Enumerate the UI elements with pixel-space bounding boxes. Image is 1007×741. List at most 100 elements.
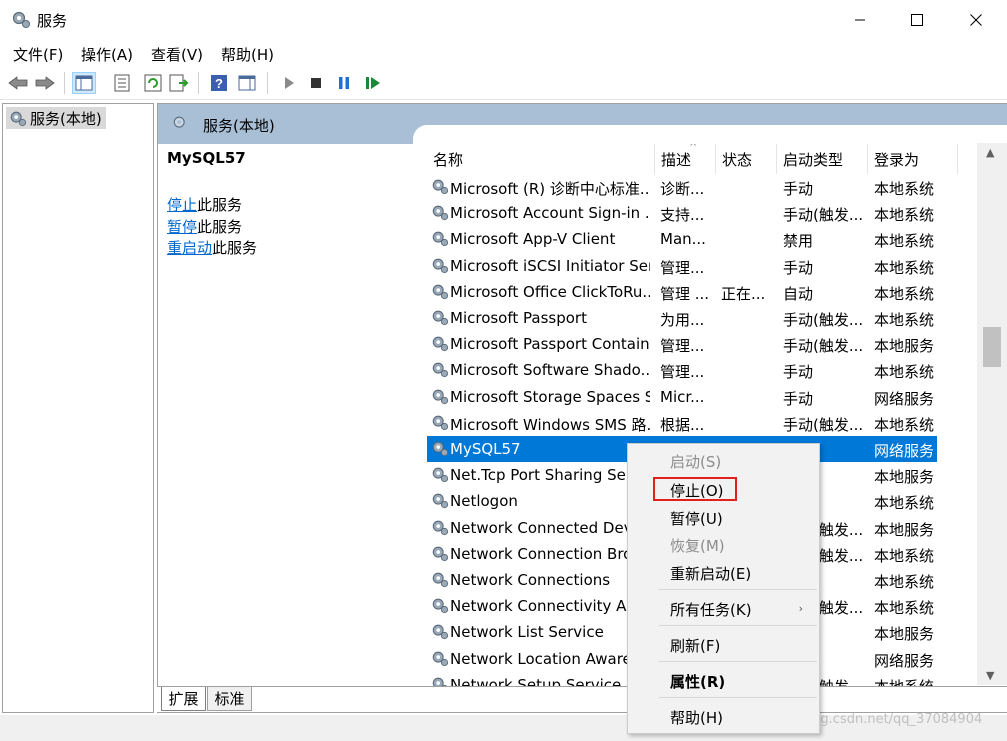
vertical-scrollbar[interactable]: ▲ ▼ [977, 143, 1007, 685]
show-action-pane-button[interactable] [235, 72, 259, 94]
ctx-item-label: 属性(R) [670, 672, 726, 691]
logon-as-cell: 本地系统 [874, 232, 935, 251]
logon-as-cell: 本地系统 [874, 546, 935, 565]
menu-help[interactable]: 帮助(H) [221, 44, 274, 65]
service-row[interactable]: Microsoft iSCSI Initiator Ser... 管理... 手动 本… [413, 253, 983, 279]
close-button[interactable] [953, 4, 999, 36]
properties-sheet-button[interactable] [110, 72, 134, 94]
view-tabs: 扩展 标准 [157, 686, 1007, 712]
pane-header-title: 服务(本地) [203, 117, 275, 135]
startup-type-cell: 手动 [783, 180, 814, 198]
close-icon [970, 14, 982, 26]
back-button[interactable] [6, 72, 30, 94]
ctx-separator [659, 589, 817, 590]
ctx-properties-item[interactable]: 属性(R) [628, 667, 819, 695]
ctx-item-label: 恢复(M) [670, 536, 725, 555]
services-gear-icon [12, 11, 30, 28]
startup-type-cell: 手动(触发... [783, 415, 864, 434]
help-button[interactable]: ? [207, 72, 231, 94]
window-title: 服务 [37, 12, 68, 30]
service-row[interactable]: Microsoft Windows SMS 路... 根据... 手动(触发... 本… [413, 410, 983, 436]
services-gear-icon [10, 111, 27, 127]
service-name-cell: Network Connectivity Assis... [450, 597, 650, 616]
tab-standard[interactable]: 标准 [207, 687, 252, 711]
service-gear-icon [432, 232, 449, 247]
toolbar: ? [0, 66, 1007, 100]
logon-as-cell: 本地系统 [874, 180, 935, 198]
services-gear-icon [173, 116, 185, 128]
service-gear-icon [432, 336, 449, 352]
service-row[interactable]: Microsoft Passport Container 管理... 手动(触发..… [413, 331, 983, 357]
scrollbar-thumb[interactable] [983, 327, 1001, 367]
action-suffix: 此服务 [197, 218, 243, 236]
restart-service-button[interactable] [361, 72, 385, 94]
service-name-cell: Microsoft (R) 诊断中心标准... [450, 180, 650, 198]
service-gear-icon [432, 389, 449, 404]
ctx-help-item[interactable]: 帮助(H) [628, 703, 819, 731]
action-suffix: 此服务 [197, 196, 243, 214]
service-row[interactable]: Microsoft Account Sign-in ... 支持... 手动(触发.… [413, 200, 983, 226]
service-row[interactable]: Microsoft Storage Spaces S... Micr... 手动 网络… [413, 384, 983, 410]
menu-file[interactable]: 文件(F) [13, 44, 63, 65]
tab-extended[interactable]: 扩展 [161, 687, 206, 711]
service-row[interactable]: Microsoft (R) 诊断中心标准... 诊断... 手动 本地系统 [413, 174, 983, 200]
stop-service-link[interactable]: 停止 [167, 196, 197, 214]
service-gear-icon [432, 284, 449, 299]
tree-item-services-local[interactable]: 服务(本地) [6, 107, 106, 129]
startup-type-cell: 手动(触发... [783, 311, 864, 329]
scroll-down-icon[interactable]: ▼ [986, 669, 994, 682]
col-startup-type-header[interactable]: 启动类型 [777, 144, 868, 174]
logon-as-cell: 本地服务 [874, 468, 935, 487]
ctx-all-tasks-item[interactable]: 所有任务(K) › [628, 595, 819, 623]
start-service-button[interactable] [277, 72, 301, 94]
service-name-cell: Microsoft Storage Spaces S... [450, 387, 650, 406]
menu-bar: 文件(F) 操作(A) 查看(V) 帮助(H) [0, 40, 1007, 66]
export-list-button[interactable] [167, 72, 191, 94]
show-hide-console-tree-button[interactable] [72, 72, 96, 94]
col-logon-as-header[interactable]: 登录为 [868, 144, 958, 174]
pause-service-action: 暂停此服务 [167, 216, 242, 237]
ctx-separator [659, 697, 817, 698]
restart-icon [366, 77, 380, 89]
ctx-pause-item[interactable]: 暂停(U) [628, 504, 819, 532]
ctx-restart-item[interactable]: 重新启动(E) [628, 559, 819, 587]
menu-action[interactable]: 操作(A) [81, 44, 133, 65]
service-row[interactable]: Microsoft Office ClickToRu... 管理 ... 正在...… [413, 279, 983, 305]
description-cell: Micr... [660, 387, 705, 406]
logon-as-cell: 本地系统 [874, 573, 935, 591]
service-row[interactable]: Microsoft App-V Client Man... 禁用 本地系统 [413, 226, 983, 252]
service-name-cell: Microsoft App-V Client [450, 230, 616, 249]
service-gear-icon [432, 310, 449, 326]
pause-service-button[interactable] [332, 72, 356, 94]
ctx-start-item: 启动(S) [628, 447, 819, 475]
service-name-cell: Network Connection Broker [450, 544, 650, 563]
maximize-button[interactable] [894, 4, 940, 36]
scroll-up-icon[interactable]: ▲ [986, 146, 994, 159]
ctx-item-label: 所有任务(K) [670, 600, 752, 619]
service-name-cell: Network Connected Devices... [450, 518, 650, 537]
service-gear-icon [432, 494, 449, 509]
forward-arrow-icon [35, 76, 55, 90]
console-tree: 服务(本地) [2, 103, 154, 713]
col-description-header[interactable]: 描述 [655, 144, 716, 174]
startup-type-cell: 手动(触发... [783, 206, 864, 225]
startup-type-cell: 手动 [783, 389, 814, 408]
col-name-header[interactable]: 名称 [427, 144, 655, 174]
col-status-header[interactable]: 状态 [716, 144, 777, 174]
startup-type-cell: 禁用 [783, 232, 814, 251]
service-row[interactable]: Microsoft Passport 为用... 手动(触发... 本地系统 [413, 305, 983, 331]
restart-service-link[interactable]: 重启动 [167, 239, 212, 257]
pane-header: 服务(本地) [158, 104, 1007, 144]
refresh-button[interactable] [141, 72, 165, 94]
service-row[interactable]: Microsoft Software Shado... 管理... 手动 本地系统 [413, 357, 983, 383]
service-gear-icon [432, 415, 449, 430]
export-list-icon [169, 74, 189, 92]
description-cell: 支持... [660, 206, 705, 225]
stop-service-button[interactable] [304, 72, 328, 94]
forward-button[interactable] [33, 72, 57, 94]
menu-view[interactable]: 查看(V) [151, 44, 203, 65]
ctx-refresh-item[interactable]: 刷新(F) [628, 631, 819, 659]
minimize-button[interactable] [837, 4, 883, 36]
selected-service-name: MySQL57 [167, 149, 246, 167]
pause-service-link[interactable]: 暂停 [167, 218, 197, 236]
